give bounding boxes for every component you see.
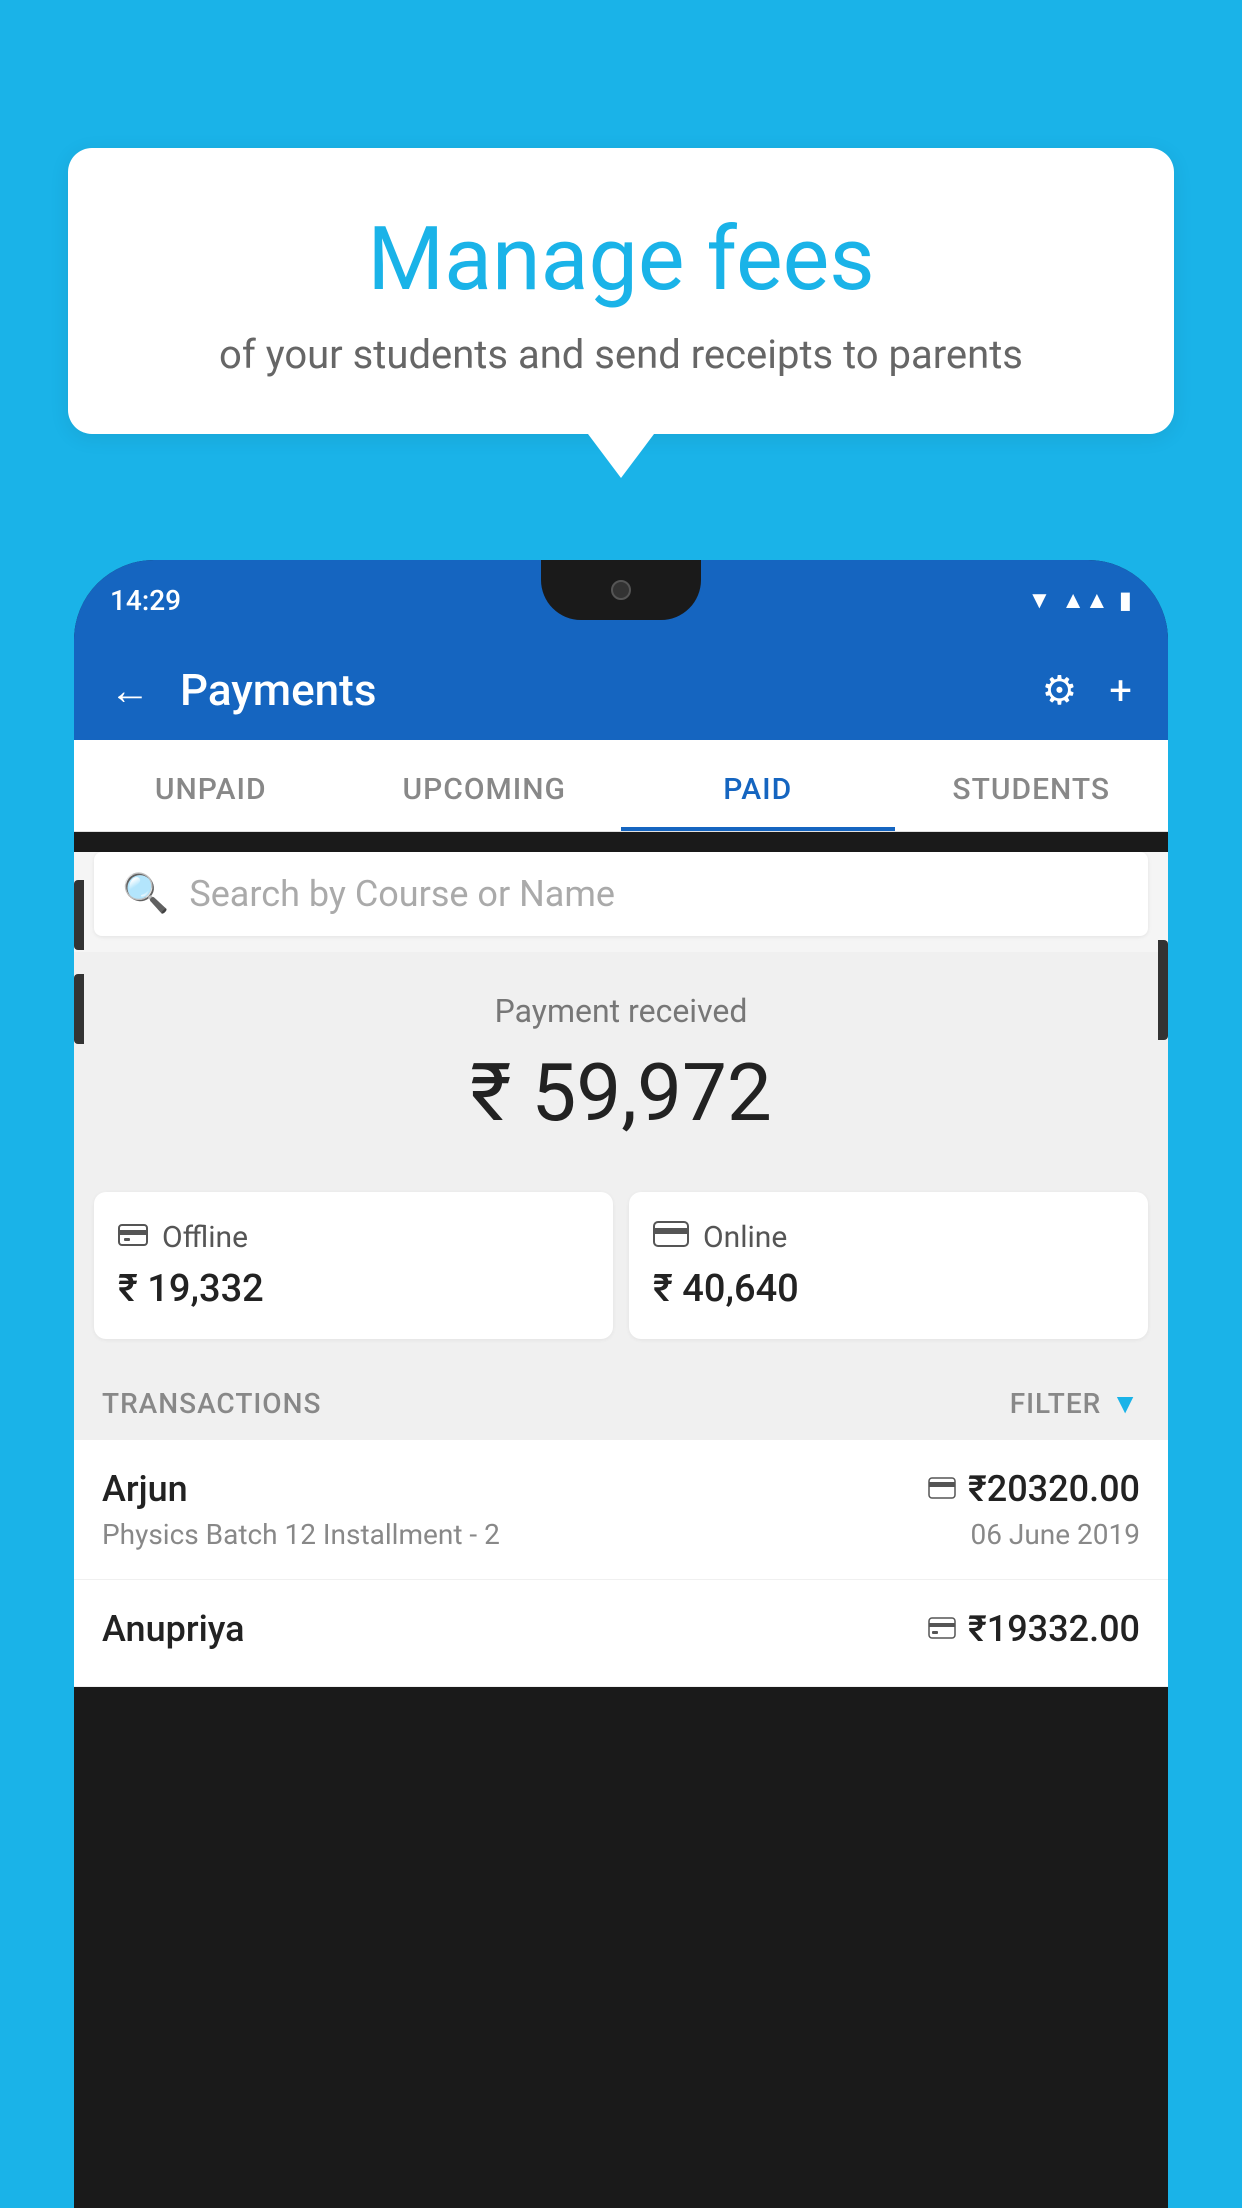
online-card-header: Online <box>653 1220 1124 1255</box>
add-button[interactable]: + <box>1109 667 1132 714</box>
transaction-name: Arjun <box>102 1468 188 1510</box>
transaction-amount-wrap: ₹20320.00 <box>928 1468 1140 1510</box>
tab-unpaid[interactable]: UNPAID <box>74 740 348 831</box>
tab-upcoming[interactable]: UPCOMING <box>348 740 622 831</box>
transaction-row[interactable]: Arjun ₹20320.00 Physics Batch 12 Install… <box>74 1440 1168 1580</box>
filter-label: FILTER <box>1010 1387 1102 1420</box>
search-bar[interactable]: 🔍 Search by Course or Name <box>94 852 1148 936</box>
search-icon: 🔍 <box>122 872 169 916</box>
payment-received-label: Payment received <box>94 992 1148 1030</box>
payment-summary: Payment received ₹ 59,972 <box>74 952 1168 1172</box>
transaction-row[interactable]: Anupriya ₹19332.00 <box>74 1580 1168 1687</box>
speech-bubble-title: Manage fees <box>116 208 1126 311</box>
filter-button[interactable]: FILTER ▼ <box>1010 1387 1140 1420</box>
transaction-date: 06 June 2019 <box>970 1518 1140 1551</box>
volume-buttons <box>74 880 86 1068</box>
volume-down-button <box>74 974 84 1044</box>
search-input[interactable]: Search by Course or Name <box>189 873 615 915</box>
signal-icon: ▲▲ <box>1061 586 1109 615</box>
payment-type-icon <box>928 1473 956 1506</box>
transaction-row-top: Anupriya ₹19332.00 <box>102 1608 1140 1650</box>
header-actions: ⚙ + <box>1041 667 1132 714</box>
battery-icon: ▮ <box>1119 586 1132 614</box>
tab-students[interactable]: STUDENTS <box>895 740 1169 831</box>
tabs-bar: UNPAID UPCOMING PAID STUDENTS <box>74 740 1168 832</box>
status-time: 14:29 <box>110 584 181 617</box>
page-title: Payments <box>180 664 1011 716</box>
transactions-label: TRANSACTIONS <box>102 1387 321 1420</box>
transaction-row-bottom: Physics Batch 12 Installment - 2 06 June… <box>102 1518 1140 1551</box>
speech-bubble-subtitle: of your students and send receipts to pa… <box>116 331 1126 378</box>
status-bar: 14:29 ▼ ▲▲ ▮ <box>74 560 1168 640</box>
payment-cards: Offline ₹ 19,332 Online ₹ 40,640 <box>74 1172 1168 1363</box>
payment-total-amount: ₹ 59,972 <box>94 1046 1148 1140</box>
transaction-amount: ₹20320.00 <box>968 1468 1140 1510</box>
online-card: Online ₹ 40,640 <box>629 1192 1148 1339</box>
settings-icon[interactable]: ⚙ <box>1041 667 1077 714</box>
online-label: Online <box>703 1220 787 1255</box>
wifi-icon: ▼ <box>1028 586 1052 615</box>
offline-amount: ₹ 19,332 <box>118 1267 589 1311</box>
tab-paid[interactable]: PAID <box>621 740 895 831</box>
transaction-amount-wrap: ₹19332.00 <box>928 1608 1140 1650</box>
offline-icon <box>118 1220 148 1255</box>
payment-type-icon-offline <box>928 1613 956 1646</box>
offline-card: Offline ₹ 19,332 <box>94 1192 613 1339</box>
transaction-amount: ₹19332.00 <box>968 1608 1140 1650</box>
online-amount: ₹ 40,640 <box>653 1267 1124 1311</box>
back-button[interactable]: ← <box>110 667 150 714</box>
transactions-header: TRANSACTIONS FILTER ▼ <box>74 1363 1168 1440</box>
offline-card-header: Offline <box>118 1220 589 1255</box>
power-button <box>1158 940 1168 1040</box>
app-header: ← Payments ⚙ + <box>74 640 1168 740</box>
volume-up-button <box>74 880 84 950</box>
front-camera <box>611 580 631 600</box>
offline-label: Offline <box>162 1220 248 1255</box>
online-icon <box>653 1220 689 1255</box>
phone-frame: 14:29 ▼ ▲▲ ▮ ← Payments ⚙ + UNPAID UPCOM… <box>74 560 1168 2208</box>
filter-icon: ▼ <box>1111 1387 1140 1420</box>
notch <box>541 560 701 620</box>
speech-bubble: Manage fees of your students and send re… <box>68 148 1174 434</box>
content-area: 🔍 Search by Course or Name Payment recei… <box>74 852 1168 1687</box>
status-icons: ▼ ▲▲ ▮ <box>1028 586 1133 615</box>
transaction-name: Anupriya <box>102 1608 245 1650</box>
transaction-course: Physics Batch 12 Installment - 2 <box>102 1518 500 1551</box>
transaction-row-top: Arjun ₹20320.00 <box>102 1468 1140 1510</box>
